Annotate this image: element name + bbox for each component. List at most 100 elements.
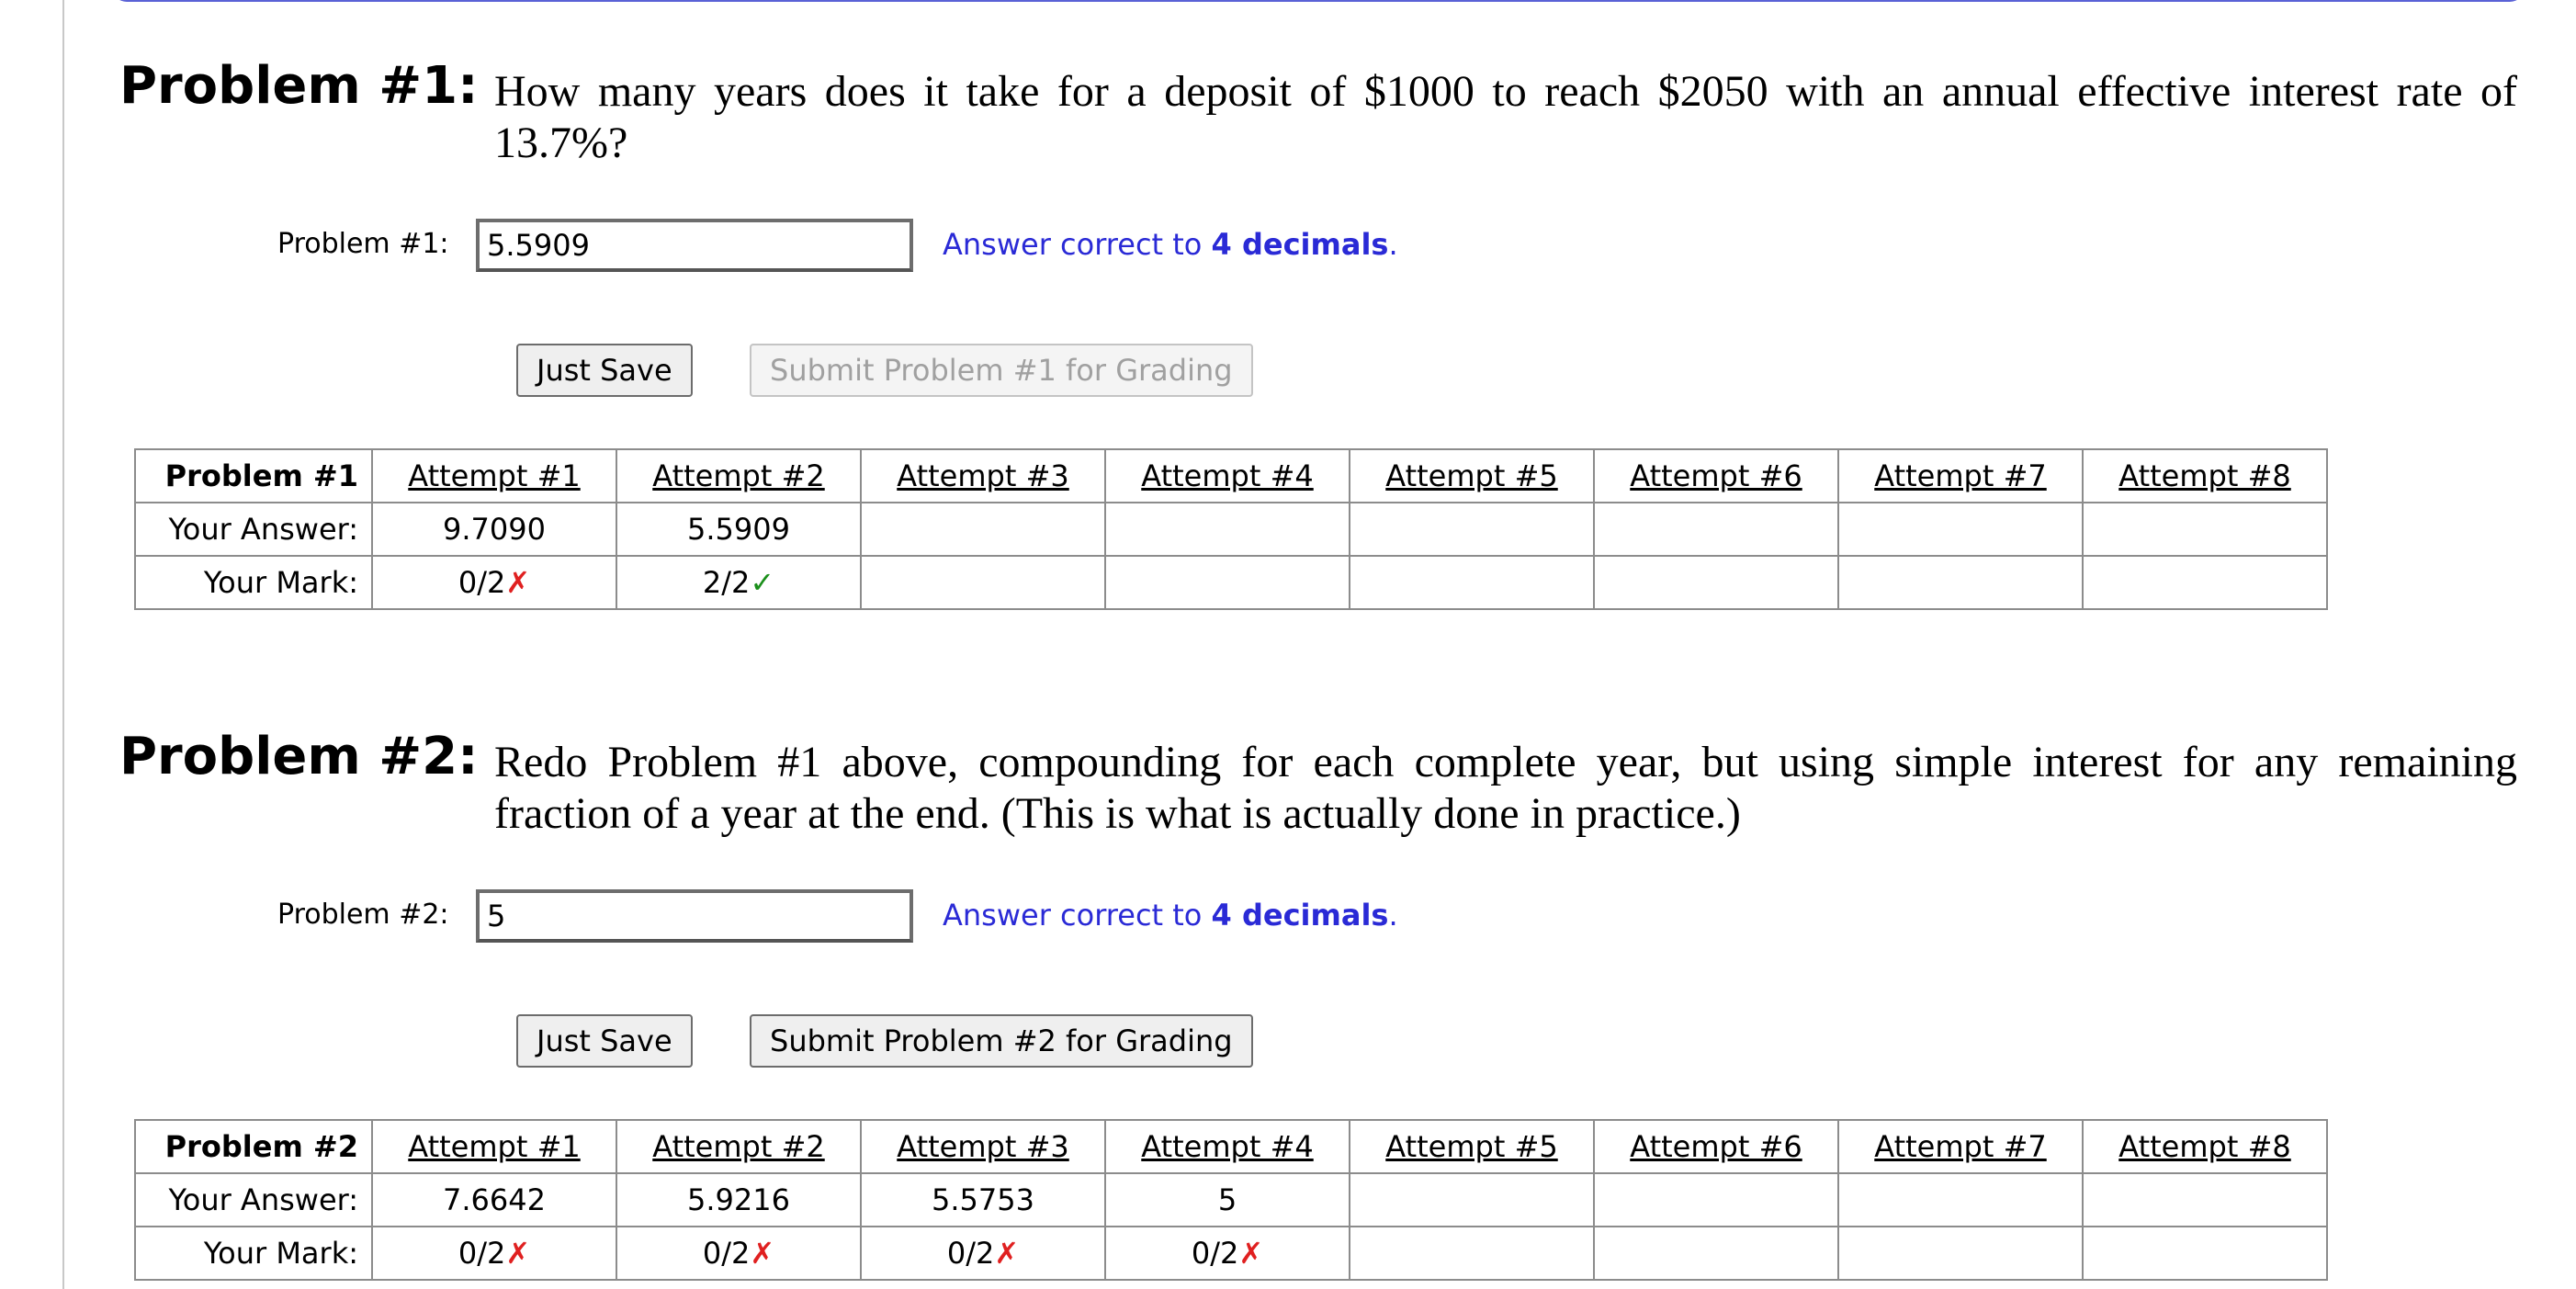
mark-cell: 0/2✗ xyxy=(371,1226,617,1281)
your-answer-row: Your Answer: 9.7090 5.5909 xyxy=(134,502,2328,557)
your-answer-label: Your Answer: xyxy=(134,502,373,557)
problem-1-submit-button[interactable]: Submit Problem #1 for Grading xyxy=(750,344,1253,397)
attempt-4-link[interactable]: Attempt #4 xyxy=(1141,1129,1313,1164)
mark-value: 0/2 xyxy=(1191,1236,1239,1271)
hint-prefix: Answer correct to xyxy=(943,898,1203,933)
mark-cell: 0/2✗ xyxy=(1104,1226,1350,1281)
answer-cell: 5.5909 xyxy=(616,502,862,557)
your-mark-row: Your Mark: 0/2✗ 2/2✓ xyxy=(134,555,2328,610)
your-mark-label: Your Mark: xyxy=(134,1226,373,1281)
attempt-3-link[interactable]: Attempt #3 xyxy=(897,458,1068,493)
attempt-7-header[interactable]: Attempt #7 xyxy=(1837,1119,2084,1174)
mark-cell xyxy=(860,555,1106,610)
attempt-2-header[interactable]: Attempt #2 xyxy=(616,448,862,503)
attempt-2-link[interactable]: Attempt #2 xyxy=(652,1129,824,1164)
attempts-table-corner: Problem #2 xyxy=(134,1119,373,1174)
attempt-7-header[interactable]: Attempt #7 xyxy=(1837,448,2084,503)
attempt-1-link[interactable]: Attempt #1 xyxy=(408,1129,580,1164)
problem-1-hint: Answer correct to 4 decimals. xyxy=(943,226,1398,263)
mark-cell xyxy=(2082,1226,2328,1281)
attempt-7-link[interactable]: Attempt #7 xyxy=(1874,458,2046,493)
problem-2-answer-input[interactable] xyxy=(476,889,913,943)
attempt-1-link[interactable]: Attempt #1 xyxy=(408,458,580,493)
problem-1-just-save-button[interactable]: Just Save xyxy=(516,344,693,397)
mark-cell xyxy=(1104,555,1350,610)
hint-suffix: . xyxy=(1388,898,1398,933)
attempt-6-link[interactable]: Attempt #6 xyxy=(1630,458,1802,493)
mark-cell xyxy=(1837,1226,2084,1281)
attempts-header-row: Problem #1 Attempt #1 Attempt #2 Attempt… xyxy=(134,448,2328,503)
attempt-8-link[interactable]: Attempt #8 xyxy=(2118,1129,2290,1164)
answer-cell xyxy=(1837,502,2084,557)
attempt-5-link[interactable]: Attempt #5 xyxy=(1385,1129,1557,1164)
top-panel-border xyxy=(112,0,2525,2)
your-mark-row: Your Mark: 0/2✗ 0/2✗ 0/2✗ 0/2✗ xyxy=(134,1226,2328,1281)
cross-icon: ✗ xyxy=(505,1236,531,1271)
attempt-8-link[interactable]: Attempt #8 xyxy=(2118,458,2290,493)
problem-2-text: Redo Problem #1 above, compounding for e… xyxy=(494,738,2517,838)
problem-1-title: Problem #1: xyxy=(119,56,479,116)
attempt-2-link[interactable]: Attempt #2 xyxy=(652,458,824,493)
answer-cell xyxy=(1593,502,1839,557)
attempt-8-header[interactable]: Attempt #8 xyxy=(2082,448,2328,503)
answer-cell: 5.5753 xyxy=(860,1172,1106,1227)
hint-bold: 4 decimals xyxy=(1211,227,1389,262)
attempt-6-link[interactable]: Attempt #6 xyxy=(1630,1129,1802,1164)
attempt-4-link[interactable]: Attempt #4 xyxy=(1141,458,1313,493)
problem-1-text: How many years does it take for a deposi… xyxy=(494,67,2517,167)
attempt-2-header[interactable]: Attempt #2 xyxy=(616,1119,862,1174)
attempt-4-header[interactable]: Attempt #4 xyxy=(1104,448,1350,503)
hint-suffix: . xyxy=(1388,227,1398,262)
mark-cell xyxy=(1593,555,1839,610)
answer-cell: 5.9216 xyxy=(616,1172,862,1227)
attempt-5-header[interactable]: Attempt #5 xyxy=(1349,1119,1595,1174)
attempt-3-link[interactable]: Attempt #3 xyxy=(897,1129,1068,1164)
problem-2-attempts-table: Problem #2 Attempt #1 Attempt #2 Attempt… xyxy=(134,1119,2328,1281)
check-icon: ✓ xyxy=(750,565,775,600)
attempt-3-header[interactable]: Attempt #3 xyxy=(860,1119,1106,1174)
mark-cell xyxy=(1349,555,1595,610)
mark-cell: 0/2✗ xyxy=(371,555,617,610)
attempt-5-link[interactable]: Attempt #5 xyxy=(1385,458,1557,493)
attempt-8-header[interactable]: Attempt #8 xyxy=(2082,1119,2328,1174)
attempt-3-header[interactable]: Attempt #3 xyxy=(860,448,1106,503)
answer-cell xyxy=(1104,502,1350,557)
problem-2-field-label: Problem #2: xyxy=(277,899,449,931)
hint-prefix: Answer correct to xyxy=(943,227,1203,262)
cross-icon: ✗ xyxy=(505,565,531,600)
mark-cell xyxy=(1349,1226,1595,1281)
problem-1-field-label: Problem #1: xyxy=(277,228,449,260)
attempt-4-header[interactable]: Attempt #4 xyxy=(1104,1119,1350,1174)
answer-cell xyxy=(860,502,1106,557)
answer-cell xyxy=(1593,1172,1839,1227)
answer-cell: 7.6642 xyxy=(371,1172,617,1227)
answer-cell: 5 xyxy=(1104,1172,1350,1227)
mark-cell: 2/2✓ xyxy=(616,555,862,610)
mark-value: 0/2 xyxy=(946,1236,995,1271)
your-answer-row: Your Answer: 7.6642 5.9216 5.5753 5 xyxy=(134,1172,2328,1227)
attempts-table-corner: Problem #1 xyxy=(134,448,373,503)
attempt-6-header[interactable]: Attempt #6 xyxy=(1593,448,1839,503)
attempt-5-header[interactable]: Attempt #5 xyxy=(1349,448,1595,503)
attempt-1-header[interactable]: Attempt #1 xyxy=(371,1119,617,1174)
problem-2-submit-button[interactable]: Submit Problem #2 for Grading xyxy=(750,1014,1253,1068)
answer-cell xyxy=(1349,1172,1595,1227)
attempt-7-link[interactable]: Attempt #7 xyxy=(1874,1129,2046,1164)
hint-bold: 4 decimals xyxy=(1211,898,1389,933)
your-answer-label: Your Answer: xyxy=(134,1172,373,1227)
problem-2-just-save-button[interactable]: Just Save xyxy=(516,1014,693,1068)
answer-cell xyxy=(2082,1172,2328,1227)
mark-value: 2/2 xyxy=(702,565,751,600)
problem-1-answer-input[interactable] xyxy=(476,219,913,272)
answer-cell xyxy=(1349,502,1595,557)
mark-value: 0/2 xyxy=(702,1236,751,1271)
page-left-border xyxy=(62,0,64,1289)
attempts-header-row: Problem #2 Attempt #1 Attempt #2 Attempt… xyxy=(134,1119,2328,1174)
attempt-6-header[interactable]: Attempt #6 xyxy=(1593,1119,1839,1174)
answer-cell xyxy=(2082,502,2328,557)
answer-cell xyxy=(1837,1172,2084,1227)
mark-cell xyxy=(1837,555,2084,610)
mark-value: 0/2 xyxy=(458,1236,506,1271)
cross-icon: ✗ xyxy=(1238,1236,1264,1271)
attempt-1-header[interactable]: Attempt #1 xyxy=(371,448,617,503)
